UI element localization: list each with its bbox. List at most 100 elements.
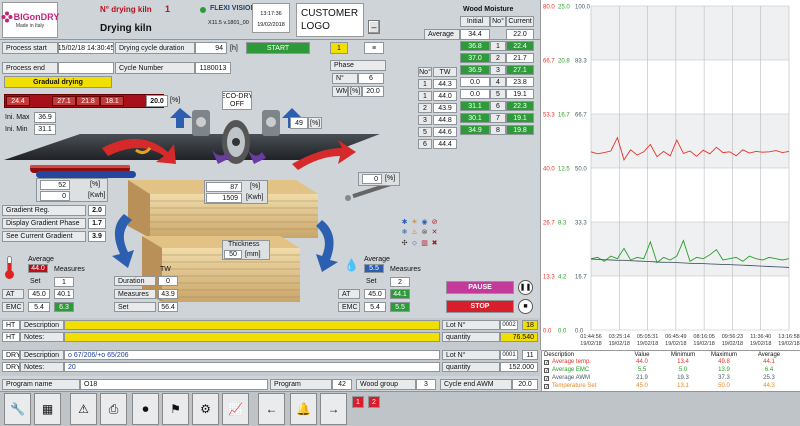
x-tick-date: 19/02/18 (637, 341, 658, 347)
app-version: X11.5 v.1801_00 (208, 20, 249, 26)
alert-icon[interactable]: ✕ (430, 228, 439, 237)
legend-max: 37.3 (718, 375, 730, 381)
valve-icon[interactable]: ⊗ (420, 228, 429, 237)
y-tick-temp: 40.0 (543, 167, 555, 173)
tw-row-value: 44.4 (433, 139, 457, 149)
trend-chart-svg: 80.0 25.0 100.066.7 20.8 83.353.3 16.7 66.740.… (543, 5, 800, 348)
chart-button[interactable]: 📈 (222, 393, 249, 425)
printer-button[interactable]: ⎙ (100, 393, 127, 425)
heat-percent-unit: [%] (90, 181, 101, 188)
wm-col-no: No° (490, 16, 506, 27)
menu-button[interactable]: ≡ (364, 42, 384, 54)
plot-band (591, 6, 789, 60)
duration-value: 94 (195, 42, 227, 54)
wm-row-current: 23.8 (506, 77, 534, 87)
alarm-button[interactable]: 🔔 (290, 393, 317, 425)
ht-desc-value[interactable] (64, 320, 440, 330)
legend-checkbox[interactable]: ✓ (544, 376, 549, 382)
tools-button[interactable]: 🔧 (4, 393, 31, 425)
cycle-number-label: Cycle Number (115, 62, 195, 74)
legend-checkbox[interactable]: ✓ (544, 360, 549, 366)
dry-desc-label: Description (20, 350, 64, 360)
dry-qty-value: 152.000 (500, 362, 538, 372)
legend-checkbox[interactable]: ✓ (544, 384, 549, 390)
ban-icon[interactable]: ⊘ (430, 218, 439, 227)
sun-icon[interactable]: ☀ (410, 218, 419, 227)
dry-notes-value[interactable]: 20 (64, 362, 440, 372)
center-kwh: 1509 (206, 193, 242, 203)
arrow-left-button[interactable]: ← (258, 393, 285, 425)
legend-checkbox[interactable]: ✓ (544, 368, 549, 374)
wood-group-value: 3 (416, 379, 436, 390)
trend-chart[interactable]: 80.0 25.0 100.0 66.7 20.8 83.3 53.3 16.7 66.7 40.… (540, 0, 800, 350)
gear-icon[interactable]: ✱ (400, 218, 409, 227)
process-start-label: Process start (2, 42, 58, 54)
tools-icon: 🔧 (10, 402, 25, 416)
start-button[interactable]: START (246, 42, 310, 54)
center-kwh-unit: [Kwh] (246, 194, 264, 201)
dry-label: DRY (2, 350, 20, 360)
drying-mode[interactable]: Gradual drying (4, 76, 112, 88)
step-value[interactable]: 1 (330, 42, 348, 54)
phase-no-label: N° (332, 73, 358, 84)
kiln-settings-button[interactable]: ⚙ (192, 393, 219, 425)
alarm-badge-2[interactable]: 2 (368, 396, 380, 408)
ht-lot-total: 18 (522, 320, 538, 330)
dry-label-2: DRY (2, 362, 20, 372)
program-name-value[interactable]: O18 (80, 379, 268, 390)
warning-button[interactable]: ⚠ (70, 393, 97, 425)
stop-icon[interactable]: ■ (518, 299, 533, 314)
dry-lot-total: 11 (522, 350, 538, 360)
x-tick-time: 11:36:40 (750, 334, 771, 340)
thickness-value[interactable]: 50 (224, 250, 242, 259)
stop-icon[interactable]: ✖ (430, 239, 439, 248)
x-tick-time: 05:05:31 (637, 334, 658, 340)
water-icon[interactable]: ◉ (420, 218, 429, 227)
stop-button[interactable]: STOP (446, 300, 514, 313)
flag-button[interactable]: ⚑ (162, 393, 189, 425)
arrow-right-button[interactable]: → (320, 393, 347, 425)
y-tick-awm: 50.0 (575, 167, 587, 173)
pause-button[interactable]: PAUSE (446, 281, 514, 294)
snow-icon[interactable]: ❄ (400, 228, 409, 237)
wm-row-no: 4 (490, 77, 506, 87)
record-button[interactable]: ⏺ (132, 393, 159, 425)
brand-logo: BIGonDRY Made in Italy (1, 2, 59, 38)
kiln-number[interactable]: 1 (165, 4, 170, 14)
kiln-button[interactable]: ▦ (34, 393, 61, 425)
drop-icon[interactable]: ⬦ (410, 239, 419, 248)
tw-row-no: 6 (418, 139, 432, 149)
water-drop-icon: 💧 (344, 258, 359, 272)
kiln-settings-icon: ⚙ (200, 402, 211, 416)
phase-title: Phase (330, 60, 386, 71)
x-tick-time: 03:25:14 (609, 334, 630, 340)
mr-average-value: 5.5 (364, 264, 384, 273)
legend-avg: 44.3 (763, 383, 775, 389)
alarm-badge-1[interactable]: 1 (352, 396, 364, 408)
mr-at-label: AT (338, 289, 360, 299)
y-tick-emc: 12.5 (558, 167, 570, 173)
heater-icon[interactable]: ▥ (420, 239, 429, 248)
flame-icon[interactable]: ♨ (410, 228, 419, 237)
ecodry-state: OFF (230, 100, 244, 108)
pause-icon[interactable]: ❚❚ (518, 280, 533, 295)
ht-desc-label: Description (20, 320, 64, 330)
vent-unit: [%] (385, 175, 396, 182)
ht-notes-label: Notes: (20, 332, 64, 342)
ml-measures-label: Measures (54, 266, 85, 273)
app-name: FLEXI VISION (210, 5, 256, 12)
ecodry-status[interactable]: ECO-DRY OFF (222, 91, 252, 110)
ht-notes-value[interactable] (64, 332, 440, 342)
x-tick-time: 06:45:49 (665, 334, 686, 340)
y-tick-emc: 25.0 (558, 5, 570, 11)
minimize-button[interactable]: – (368, 20, 380, 34)
arrow-right-icon: → (327, 402, 340, 416)
dry-desc-value[interactable]: o 67/206/+o 65/206 (64, 350, 440, 360)
setpoint-current[interactable]: 20.0 (146, 95, 168, 107)
legend-header: Value (634, 352, 650, 358)
mr-emc-label: EMC (338, 302, 360, 312)
dry-qty-label: quantity (442, 362, 500, 372)
fan-icon[interactable]: ✣ (400, 239, 409, 248)
ht-lot-label: Lot N° (442, 320, 500, 330)
gradient-reg-value[interactable]: 2.0 (88, 205, 106, 216)
